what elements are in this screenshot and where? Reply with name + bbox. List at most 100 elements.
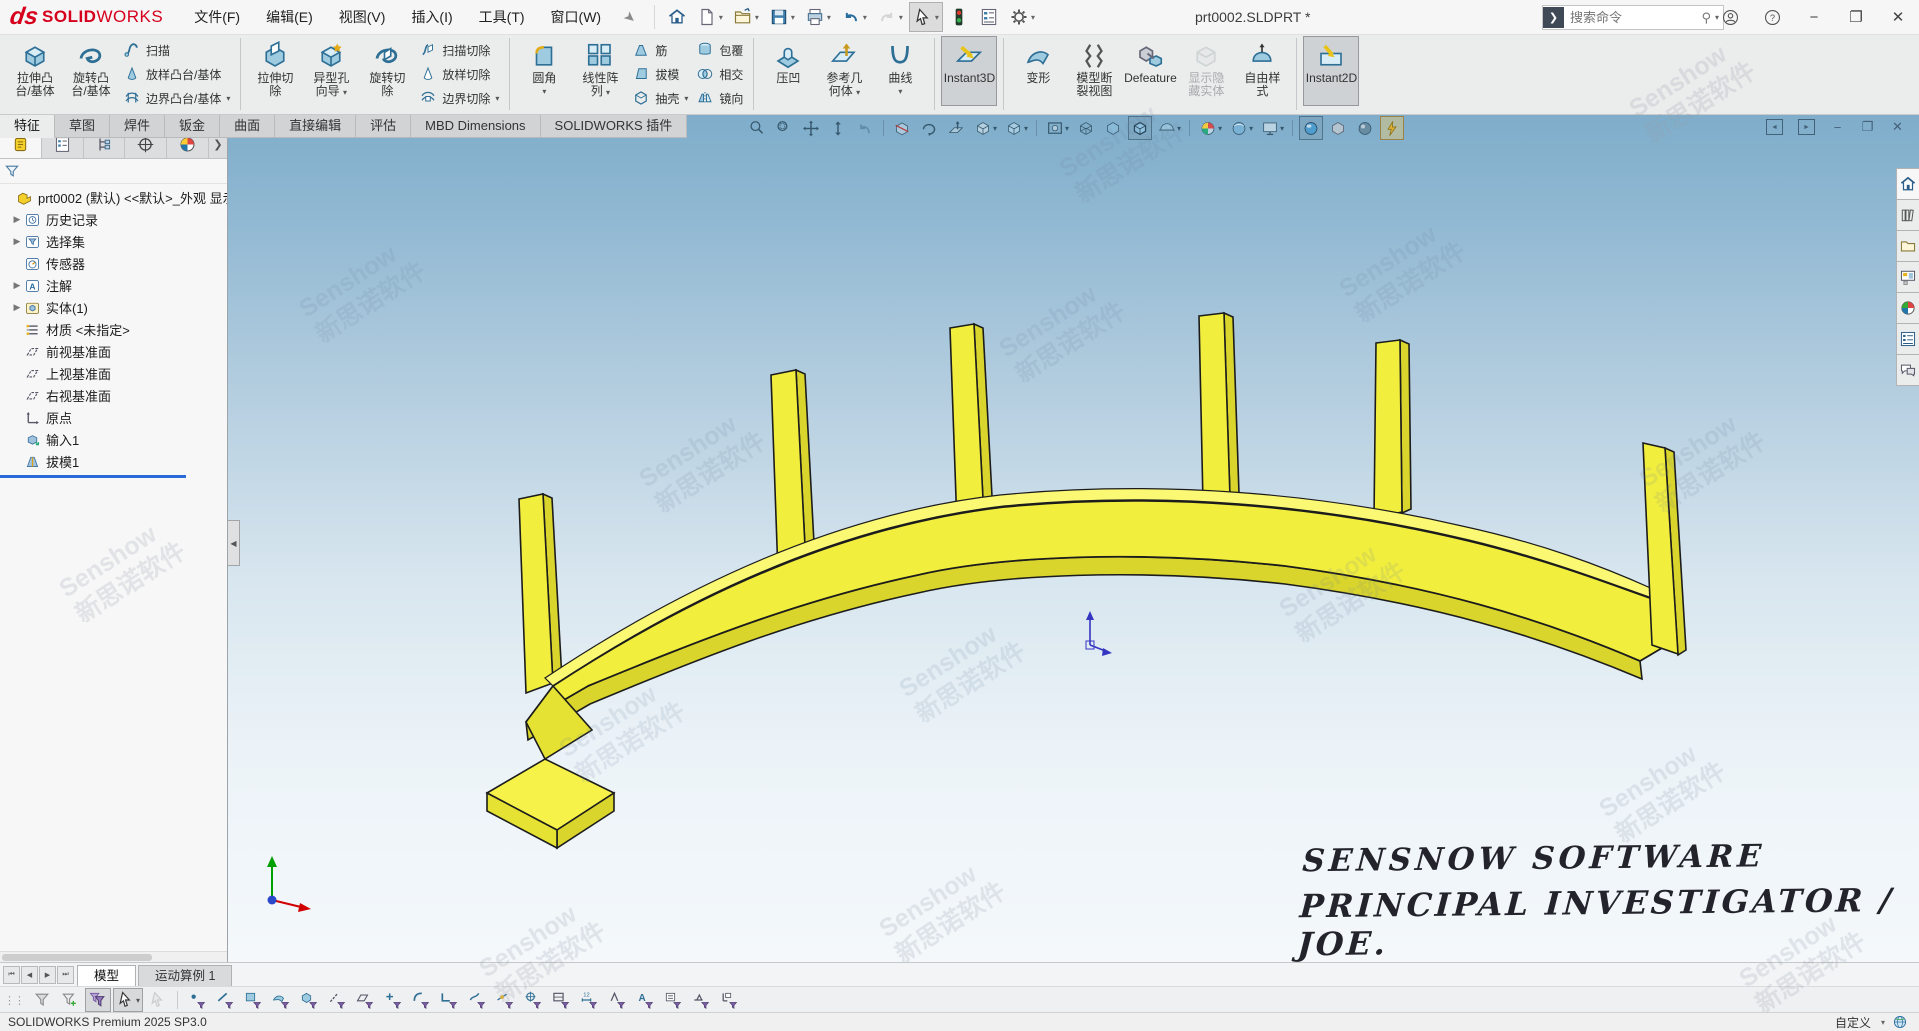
filter-faces-icon[interactable] — [240, 988, 266, 1012]
close-icon[interactable]: ✕ — [1877, 0, 1919, 34]
swept-cut-button[interactable]: 扫描切除 — [415, 38, 503, 62]
model-break-view-button[interactable]: 模型断裂视图 — [1066, 36, 1122, 106]
menu-tools[interactable]: 工具(T) — [466, 0, 538, 34]
file-explorer-icon[interactable] — [1896, 231, 1919, 262]
solidworks-resources-icon[interactable] — [1896, 168, 1919, 200]
rib-button[interactable]: 筋 — [628, 38, 692, 62]
undo-icon[interactable]: ▾ — [837, 2, 871, 32]
filter-funnel-icon[interactable] — [4, 163, 20, 179]
model-tab[interactable]: 模型 — [77, 965, 136, 987]
tree-filter-row[interactable] — [0, 159, 227, 184]
filter-surface-bodies-icon[interactable] — [268, 988, 294, 1012]
filter-corner-icon[interactable] — [436, 988, 462, 1012]
tab-sketch[interactable]: 草图 — [55, 115, 110, 138]
revolved-cut-button[interactable]: 旋转切除 — [359, 36, 415, 106]
boundary-cut-button[interactable]: 边界切除▾ — [415, 86, 503, 110]
toolbar-drag-handle[interactable]: ⋮⋮ — [4, 994, 24, 1007]
previous-view-icon[interactable] — [853, 116, 877, 140]
tree-item-plane[interactable]: 前视基准面 — [0, 340, 227, 362]
zoom-fit-icon[interactable] — [745, 116, 769, 140]
intersect-button[interactable]: 相交 — [692, 62, 747, 86]
extruded-boss-base-button[interactable]: 拉伸凸台/基体 — [7, 36, 63, 106]
tree-item-history[interactable]: ▶历史记录 — [0, 208, 227, 230]
tree-item-material[interactable]: 材质 <未指定> — [0, 318, 227, 340]
reference-geometry-button[interactable]: 参考几何体 ▾ — [816, 36, 872, 106]
hole-wizard-button[interactable]: 异型孔向导 ▾ — [303, 36, 359, 106]
perspective-icon[interactable]: ▾ — [1155, 116, 1183, 140]
filter-dimensions-icon[interactable]: 12 — [576, 988, 602, 1012]
tab-direct-editing[interactable]: 直接编辑 — [275, 115, 356, 138]
arch-front-face[interactable] — [526, 501, 1679, 722]
shaded-with-edges-icon[interactable] — [1128, 116, 1152, 140]
filter-axes-icon[interactable] — [324, 988, 350, 1012]
tab-surfaces[interactable]: 曲面 — [220, 115, 275, 138]
tree-item-draftf[interactable]: 拔模1 — [0, 450, 227, 472]
expand-arrow-icon[interactable]: ▶ — [10, 302, 24, 313]
search-input[interactable] — [1568, 9, 1701, 26]
filter-annotations-icon[interactable]: A — [632, 988, 658, 1012]
filter-frames-icon[interactable] — [548, 988, 574, 1012]
filter-sketch-points-icon[interactable] — [380, 988, 406, 1012]
close-document-icon[interactable]: ✕ — [1890, 120, 1905, 134]
minimize-document-icon[interactable]: − — [1830, 120, 1845, 134]
home-icon[interactable] — [663, 2, 691, 32]
instant3d-button[interactable]: Instant3D — [941, 36, 997, 106]
restore-icon[interactable]: ❐ — [1835, 0, 1877, 34]
expand-arrow-icon[interactable]: ▶ — [10, 214, 24, 225]
extruded-cut-button[interactable]: 拉伸切除 — [247, 36, 303, 106]
select-icon[interactable]: ▾ — [909, 2, 943, 32]
revolved-boss-base-button[interactable]: 旋转凸台/基体 — [63, 36, 119, 106]
customize-label[interactable]: 自定义 — [1835, 1014, 1871, 1031]
normal-to-icon[interactable] — [944, 116, 968, 140]
pane-next-icon[interactable]: ► — [1798, 119, 1815, 135]
tree-item-annotations[interactable]: ▶A注解 — [0, 274, 227, 296]
tree-item-plane[interactable]: 上视基准面 — [0, 362, 227, 384]
zoom-to-area-icon[interactable] — [772, 116, 796, 140]
indent-button[interactable]: 压凹 — [760, 36, 816, 106]
customize-dropdown-icon[interactable]: ▾ — [1881, 1018, 1885, 1027]
appearances-scenes-icon[interactable] — [1896, 293, 1919, 324]
scrollbar-thumb[interactable] — [2, 954, 152, 961]
menu-insert[interactable]: 插入(I) — [398, 0, 465, 34]
menu-edit[interactable]: 编辑(E) — [253, 0, 326, 34]
filter-profile-icon[interactable] — [408, 988, 434, 1012]
shell-button[interactable]: 抽壳▾ — [628, 86, 692, 110]
tree-item-imported[interactable]: 输入1 — [0, 428, 227, 450]
tree-item-sensors[interactable]: 传感器 — [0, 252, 227, 274]
web-help-globe-icon[interactable] — [1893, 1015, 1907, 1029]
restore-document-icon[interactable]: ❐ — [1860, 120, 1875, 134]
tab-evaluate[interactable]: 评估 — [356, 115, 411, 138]
filter-options-icon[interactable] — [57, 988, 83, 1012]
magnified-selection-icon[interactable] — [145, 988, 171, 1012]
save-icon[interactable]: ▾ — [765, 2, 799, 32]
tab-sheet-metal[interactable]: 钣金 — [165, 115, 220, 138]
lofted-boss-button[interactable]: 放样凸台/基体 — [119, 62, 234, 86]
next-tab-icon[interactable]: ▶ — [39, 966, 56, 984]
draft-quality-icon[interactable] — [1326, 116, 1350, 140]
view-orientation-icon[interactable]: ▾ — [971, 116, 999, 140]
filter-midpoints-icon[interactable] — [492, 988, 518, 1012]
section-view-icon[interactable] — [890, 116, 914, 140]
select-tool-icon[interactable]: ▾ — [113, 988, 143, 1012]
instant2d-button[interactable]: Instant2D — [1303, 36, 1359, 106]
ambient-occlusion-icon[interactable] — [1353, 116, 1377, 140]
model-3d-part[interactable] — [228, 115, 1919, 963]
tab-mbd-dimensions[interactable]: MBD Dimensions — [411, 115, 540, 138]
tree-item-bodies[interactable]: ▶实体(1) — [0, 296, 227, 318]
menu-file[interactable]: 文件(F) — [181, 0, 253, 34]
fillet-button[interactable]: 圆角▾ — [516, 36, 572, 106]
tree-item-plane[interactable]: 右视基准面 — [0, 384, 227, 406]
shaded-icon[interactable] — [1101, 116, 1125, 140]
wireframe-icon[interactable] — [1074, 116, 1098, 140]
rebuild-icon[interactable] — [945, 2, 973, 32]
filter-notes-icon[interactable] — [660, 988, 686, 1012]
display-style-icon[interactable]: ▾ — [1002, 116, 1030, 140]
boundary-boss-button[interactable]: 边界凸台/基体▾ — [119, 86, 234, 110]
tab-solidworks-addins[interactable]: SOLIDWORKS 插件 — [541, 115, 688, 138]
tab-features[interactable]: 特征 — [0, 115, 55, 138]
menu-window[interactable]: 窗口(W) — [538, 0, 615, 34]
filter-surface-finish-icon[interactable] — [604, 988, 630, 1012]
filter-edges-icon[interactable] — [212, 988, 238, 1012]
design-library-icon[interactable] — [1896, 200, 1919, 231]
pin-menu-icon[interactable]: ➤ — [620, 7, 640, 28]
